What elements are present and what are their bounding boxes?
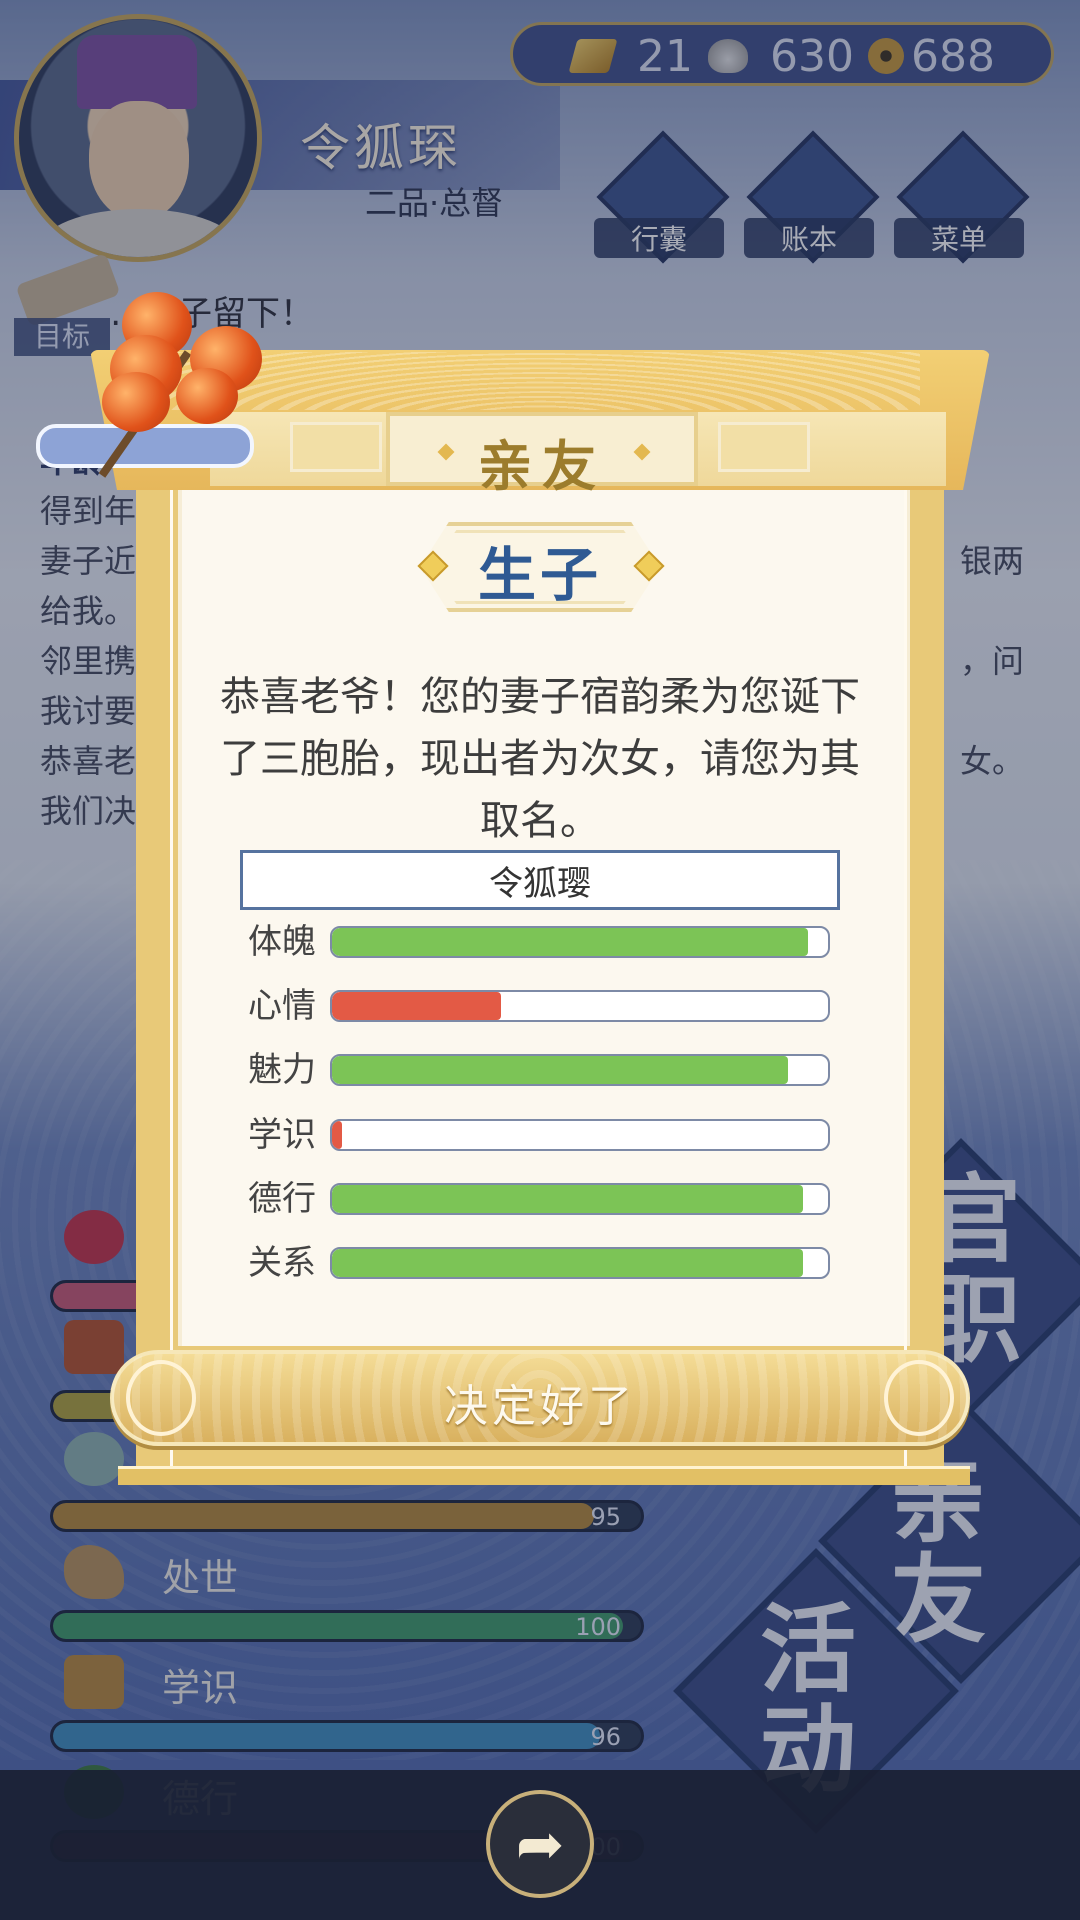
stat-fill [332, 992, 501, 1020]
dialog-tab-title: 亲友 [478, 435, 606, 498]
frame-line [904, 486, 907, 1466]
stat-fill [332, 1121, 342, 1149]
hawthorn-berry [176, 368, 238, 424]
title-deco-box [290, 422, 382, 472]
stat-track [330, 1247, 830, 1279]
stat-name: 魅力 [248, 1050, 316, 1090]
stat-fill [332, 1056, 789, 1084]
stat-row-virtue: 德行 [248, 1179, 830, 1219]
event-title: 生子 [477, 541, 602, 609]
stat-row-charm: 魅力 [248, 1050, 830, 1090]
stat-fill [332, 928, 809, 956]
stat-name: 德行 [248, 1179, 316, 1219]
stat-name: 心情 [248, 986, 316, 1026]
stat-track [330, 926, 830, 958]
stat-row-physique: 体魄 [248, 922, 830, 962]
stat-track [330, 1119, 830, 1151]
stat-row-mood: 心情 [248, 986, 830, 1026]
stat-track [330, 1054, 830, 1086]
stat-name: 体魄 [248, 922, 316, 962]
header-wave-pattern [160, 352, 920, 410]
confirm-button-label[interactable]: 决定好了 [110, 1370, 970, 1434]
frame-line [170, 486, 173, 1466]
stat-fill [332, 1249, 804, 1277]
stat-track [330, 1183, 830, 1215]
share-icon: ➦ [515, 1810, 565, 1878]
child-name-input[interactable] [240, 850, 840, 910]
stat-name: 学识 [248, 1115, 316, 1155]
title-deco-box [718, 422, 810, 472]
stat-track [330, 990, 830, 1022]
stat-row-knowledge: 学识 [248, 1115, 830, 1155]
share-button[interactable]: ➦ [486, 1790, 594, 1898]
stat-fill [332, 1185, 804, 1213]
stat-row-relationship: 关系 [248, 1243, 830, 1283]
dialog-titlebar: 亲友 [210, 412, 946, 498]
stat-name: 关系 [248, 1243, 316, 1283]
dialog-bottom-edge [118, 1466, 970, 1485]
dialog-tab: 亲友 [386, 412, 698, 498]
hawthorn-berry [102, 372, 170, 432]
event-message: 恭喜老爷！您的妻子宿韵柔为您诞下了三胞胎，现出者为次女，请您为其取名。 [220, 674, 860, 844]
